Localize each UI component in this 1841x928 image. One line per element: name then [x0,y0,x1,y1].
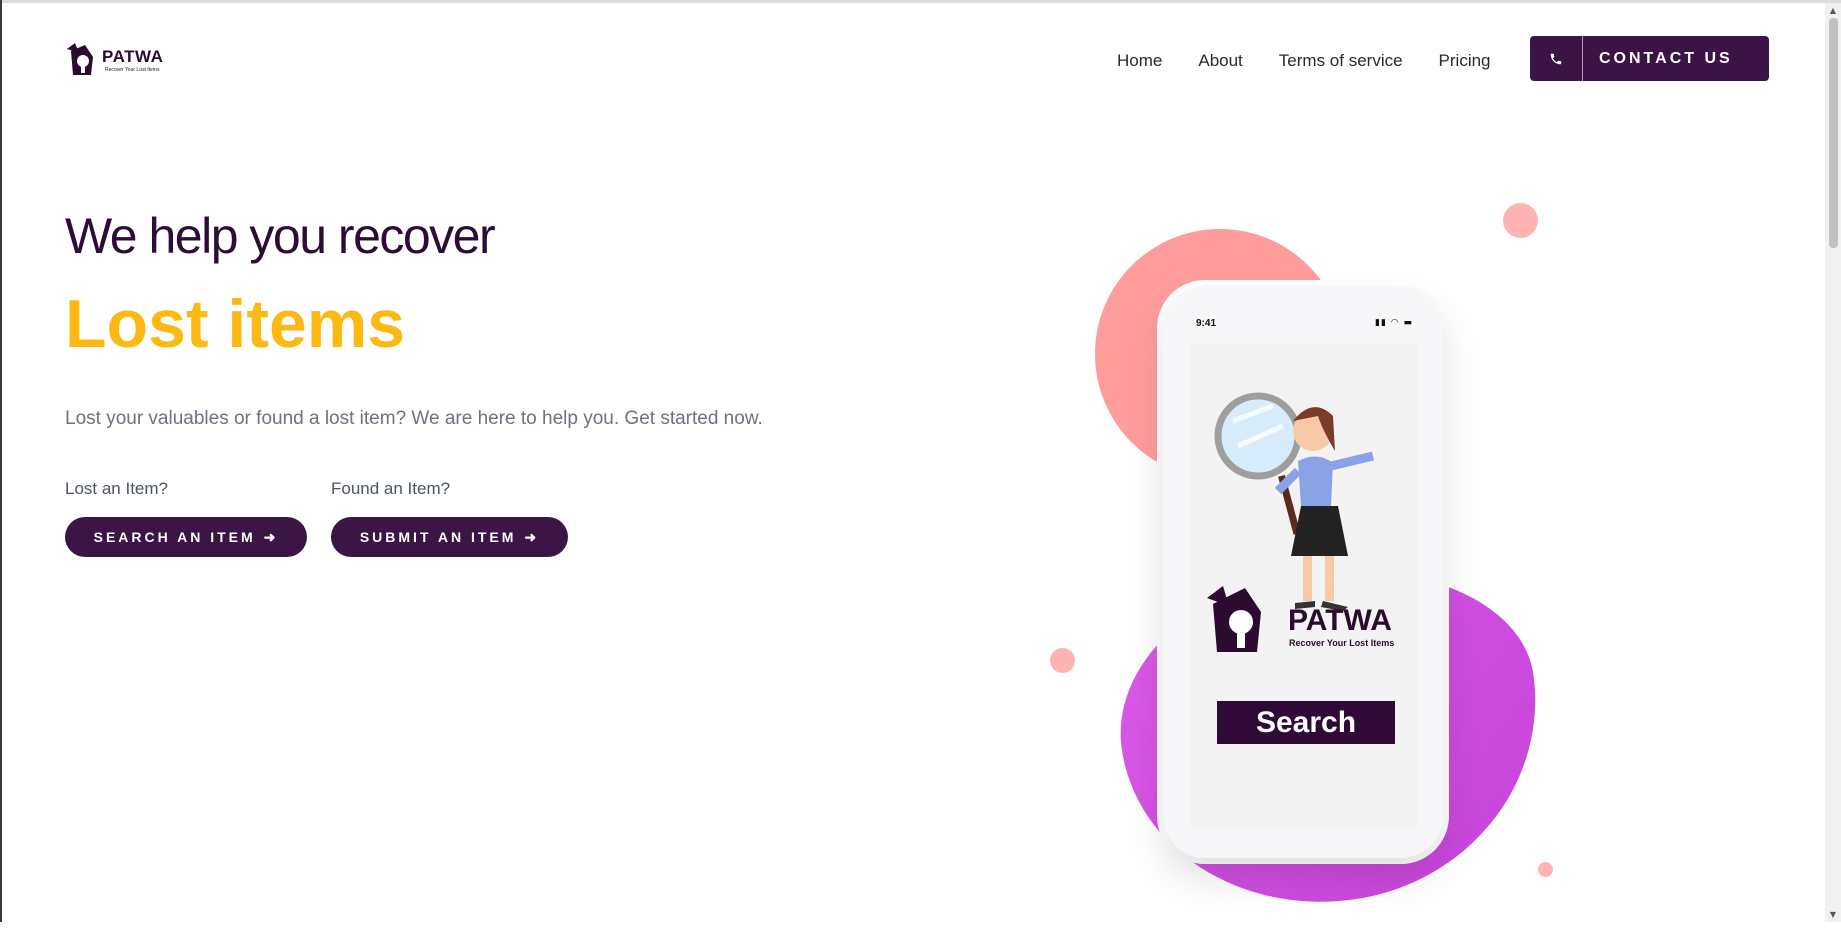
nav-pricing[interactable]: Pricing [1439,51,1491,71]
app-logo-mark-icon [1207,586,1261,652]
scroll-thumb[interactable] [1829,18,1838,248]
search-item-label: SEARCH AN ITEM [93,529,256,545]
phone-status-icons: ▮▮ ◠ ▬ [1375,318,1413,328]
scroll-up-icon[interactable]: ▲ [1828,6,1838,16]
app-logo: PATWA Recover Your Lost Items [1203,576,1403,656]
hero-title: We help you recover [65,208,496,264]
nav-about[interactable]: About [1198,51,1242,71]
hero-description: Lost your valuables or found a lost item… [65,408,763,429]
decor-dot [1503,203,1538,238]
scroll-down-icon[interactable]: ▼ [1828,910,1838,920]
contact-us-label: CONTACT US [1599,49,1733,67]
found-item-label: Found an Item? [331,479,451,498]
phone-search-button: Search [1217,701,1395,744]
phone-mockup: 9:41 ▮▮ ◠ ▬ PATWA Recover Your Lost Item… [1163,286,1443,858]
scrollbar[interactable]: ▲ ▼ [1825,3,1841,922]
nav-home[interactable]: Home [1117,51,1162,71]
phone-icon [1530,36,1583,81]
main-nav: Home About Terms of service Pricing [1117,51,1527,71]
search-item-button[interactable]: SEARCH AN ITEM ➜ [65,517,307,557]
phone-time: 9:41 [1196,318,1217,329]
window-top-border [0,0,1841,3]
nav-terms[interactable]: Terms of service [1279,51,1403,71]
submit-item-label: SUBMIT AN ITEM [359,529,517,545]
decor-dot [1538,862,1553,877]
app-brand: PATWA [1288,604,1392,637]
logo-mark-icon [65,41,101,79]
decor-dot [1050,648,1075,673]
logo-tagline: Recover Your Lost Items [105,67,160,73]
site-logo[interactable]: PATWA Recover Your Lost Items [65,40,165,80]
lost-item-label: Lost an Item? [65,479,169,498]
window-left-border [0,0,2,922]
submit-item-button[interactable]: SUBMIT AN ITEM ➜ [331,517,568,557]
app-tagline: Recover Your Lost Items [1289,638,1395,648]
contact-us-button[interactable]: CONTACT US [1530,36,1769,81]
hero-subtitle: Lost items [65,286,406,362]
arrow-right-icon: ➜ [263,528,279,545]
arrow-right-icon: ➜ [524,528,540,545]
logo-brand: PATWA [102,47,164,66]
